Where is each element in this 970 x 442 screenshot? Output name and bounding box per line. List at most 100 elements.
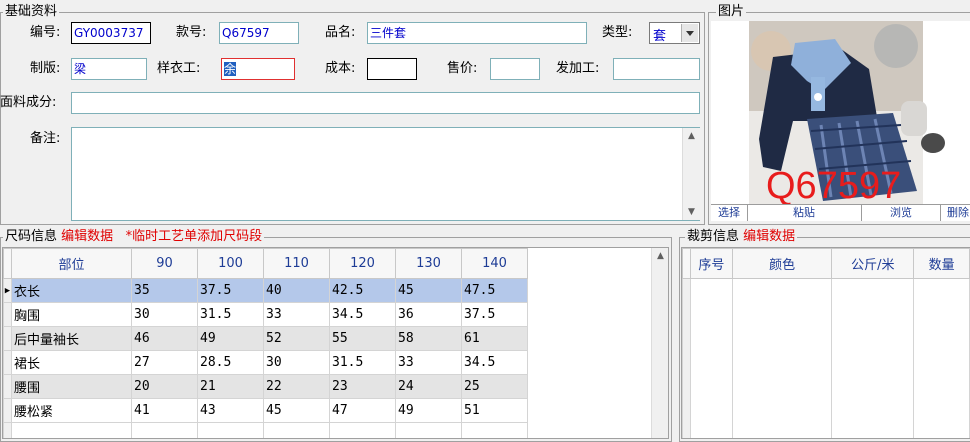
photo-watermark: Q67597 <box>766 165 902 204</box>
column-header-140[interactable]: 140 <box>461 248 528 279</box>
row-header <box>3 326 12 351</box>
column-header-110[interactable]: 110 <box>263 248 330 279</box>
chevron-down-icon[interactable] <box>681 24 698 42</box>
cell[interactable]: 20 <box>131 374 198 399</box>
cell[interactable]: 49 <box>197 326 264 351</box>
type-select-value: 套 <box>653 29 667 44</box>
cell[interactable]: 23 <box>329 374 396 399</box>
picture-delete-button[interactable]: 删除 <box>947 205 970 221</box>
price-field[interactable] <box>490 58 540 80</box>
cell-filler <box>527 326 652 351</box>
cutting-info-title: 裁剪信息 <box>687 229 740 244</box>
row-header-corner <box>3 248 12 279</box>
cost-field[interactable] <box>367 58 417 80</box>
column-header-part[interactable]: 部位 <box>11 248 132 279</box>
cell[interactable]: 43 <box>197 398 264 423</box>
cell[interactable]: 45 <box>263 398 330 423</box>
column-header-90[interactable]: 90 <box>131 248 198 279</box>
cell[interactable]: 45 <box>395 278 462 303</box>
pattern-maker-field[interactable]: 梁 <box>71 58 147 80</box>
size-header-row: 部位 90 100 110 120 130 140 <box>3 248 652 279</box>
column-header-120[interactable]: 120 <box>329 248 396 279</box>
cell[interactable]: 腰围 <box>11 374 132 399</box>
note-field[interactable] <box>71 127 700 221</box>
size-grid-scrollbar[interactable]: ▲ <box>651 248 668 438</box>
product-name-label: 品名: <box>325 25 356 40</box>
cell[interactable]: 34.5 <box>461 350 528 375</box>
cell[interactable]: 46 <box>131 326 198 351</box>
cell[interactable]: 27 <box>131 350 198 375</box>
picture-paste-button[interactable]: 粘贴 <box>748 205 860 221</box>
table-row[interactable]: 胸围 30 31.5 33 34.5 36 37.5 <box>3 302 652 327</box>
note-scrollbar[interactable]: ▲ ▼ <box>682 128 700 220</box>
cell[interactable]: 37.5 <box>197 278 264 303</box>
fabric-label: 面料成分: <box>0 95 57 110</box>
column-header-130[interactable]: 130 <box>395 248 462 279</box>
size-info-title: 尺码信息 <box>5 229 58 244</box>
scroll-up-icon[interactable]: ▲ <box>652 248 668 264</box>
cell[interactable]: 47 <box>329 398 396 423</box>
pattern-maker-label: 制版: <box>30 61 61 76</box>
sample-worker-field[interactable]: 余 <box>221 58 295 80</box>
cell[interactable]: 61 <box>461 326 528 351</box>
column-header-100[interactable]: 100 <box>197 248 264 279</box>
cell[interactable]: 腰松紧 <box>11 398 132 423</box>
price-label: 售价: <box>447 61 478 76</box>
column-header-color[interactable]: 颜色 <box>731 248 833 279</box>
cell[interactable]: 24 <box>395 374 462 399</box>
cell[interactable]: 41 <box>131 398 198 423</box>
table-row[interactable]: 腰围 20 21 22 23 24 25 <box>3 374 652 399</box>
column-header-qty[interactable]: 数量 <box>913 248 970 279</box>
fabric-field[interactable] <box>71 92 700 114</box>
product-name-field[interactable]: 三件套 <box>367 22 587 44</box>
table-row[interactable]: 后中量袖长 46 49 52 55 58 61 <box>3 326 652 351</box>
cell[interactable]: 胸围 <box>11 302 132 327</box>
cell[interactable]: 33 <box>395 350 462 375</box>
table-row[interactable]: 腰松紧 41 43 45 47 49 51 <box>3 398 652 423</box>
cell[interactable]: 37.5 <box>461 302 528 327</box>
scroll-down-icon[interactable]: ▼ <box>683 204 700 220</box>
cell[interactable]: 49 <box>395 398 462 423</box>
product-photo[interactable]: Q67597 <box>711 21 970 204</box>
column-header-seq[interactable]: 序号 <box>689 248 733 279</box>
style-no-field[interactable]: Q67597 <box>219 22 299 44</box>
cell[interactable]: 55 <box>329 326 396 351</box>
outsource-field[interactable] <box>613 58 700 80</box>
cell[interactable]: 25 <box>461 374 528 399</box>
cutting-grid[interactable]: 序号 颜色 公斤/米 数量 <box>681 247 970 439</box>
type-select[interactable]: 套 <box>649 22 700 44</box>
cell[interactable]: 34.5 <box>329 302 396 327</box>
cell[interactable]: 33 <box>263 302 330 327</box>
cell[interactable]: 58 <box>395 326 462 351</box>
picture-toolbar: 选择 粘贴 浏览 删除 <box>711 204 970 221</box>
cell[interactable]: 35 <box>131 278 198 303</box>
cell[interactable]: 36 <box>395 302 462 327</box>
cell[interactable]: 51 <box>461 398 528 423</box>
size-hint-link[interactable]: *临时工艺单添加尺码段 <box>126 229 263 244</box>
size-edit-link[interactable]: 编辑数据 <box>61 229 113 244</box>
table-row[interactable]: ▶ 衣长 35 37.5 40 42.5 45 47.5 <box>3 278 652 303</box>
cell[interactable]: 47.5 <box>461 278 528 303</box>
scroll-up-icon[interactable]: ▲ <box>683 128 700 144</box>
cell[interactable]: 22 <box>263 374 330 399</box>
picture-browse-button[interactable]: 浏览 <box>861 205 941 221</box>
cell[interactable]: 21 <box>197 374 264 399</box>
size-grid[interactable]: 部位 90 100 110 120 130 140 ▶ 衣长 35 37.5 4… <box>2 247 669 439</box>
cell[interactable]: 30 <box>263 350 330 375</box>
code-field[interactable]: GY0003737 <box>71 22 151 44</box>
cell[interactable]: 52 <box>263 326 330 351</box>
cell[interactable]: 30 <box>131 302 198 327</box>
cell[interactable]: 后中量袖长 <box>11 326 132 351</box>
cell[interactable]: 衣长 <box>11 278 132 303</box>
table-row[interactable]: 裙长 27 28.5 30 31.5 33 34.5 <box>3 350 652 375</box>
cell[interactable]: 31.5 <box>329 350 396 375</box>
cell[interactable]: 42.5 <box>329 278 396 303</box>
cell[interactable]: 裙长 <box>11 350 132 375</box>
column-header-weight[interactable]: 公斤/米 <box>831 248 915 279</box>
cutting-edit-link[interactable]: 编辑数据 <box>743 229 795 244</box>
cell[interactable]: 31.5 <box>197 302 264 327</box>
picture-select-button[interactable]: 选择 <box>711 205 748 221</box>
row-header <box>3 398 12 423</box>
cell[interactable]: 28.5 <box>197 350 264 375</box>
cell[interactable]: 40 <box>263 278 330 303</box>
